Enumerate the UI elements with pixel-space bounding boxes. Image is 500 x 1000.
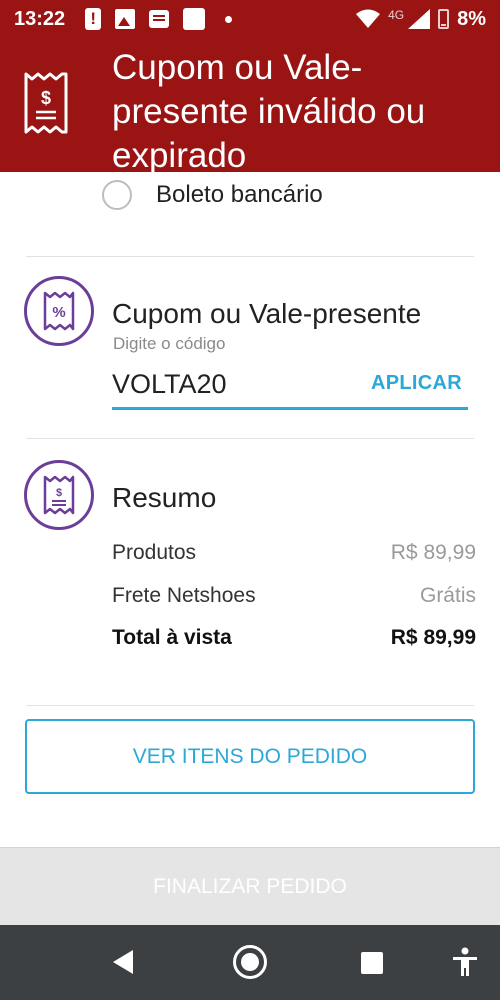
- divider: [26, 438, 474, 439]
- coupon-code-input[interactable]: [112, 369, 312, 400]
- receipt-icon: $: [24, 460, 94, 530]
- svg-text:$: $: [41, 88, 51, 108]
- coupon-input-hint: Digite o código: [113, 334, 226, 353]
- payment-option-label: Boleto bancário: [156, 181, 323, 208]
- finalize-order-button[interactable]: FINALIZAR PEDIDO: [0, 847, 500, 925]
- receipt-dollar-icon: $: [24, 72, 68, 134]
- svg-text:%: %: [52, 304, 65, 321]
- coupon-input-container[interactable]: APLICAR: [112, 362, 468, 410]
- summary-row-products: Produtos R$ 89,99: [112, 541, 476, 565]
- error-message: Cupom ou Vale-presente inválido ou expir…: [112, 48, 426, 175]
- alert-notification-icon: !: [85, 8, 102, 30]
- summary-label: Frete Netshoes: [112, 584, 256, 607]
- summary-value: R$ 89,99: [390, 541, 476, 564]
- status-time: 13:22: [14, 7, 66, 30]
- view-order-items-button[interactable]: VER ITENS DO PEDIDO: [25, 719, 475, 794]
- radio-button[interactable]: [102, 180, 132, 210]
- battery-level: 8%: [457, 7, 486, 30]
- network-type-label: 4G: [388, 8, 405, 22]
- image-notification-icon: [115, 9, 136, 29]
- message-notification-icon: [149, 10, 170, 28]
- recent-apps-icon[interactable]: [361, 952, 383, 974]
- divider: [26, 256, 474, 257]
- summary-row-total: Total à vista R$ 89,99: [112, 626, 476, 650]
- error-banner: $ Cupom ou Vale-presente inválido ou exp…: [0, 38, 500, 175]
- more-notifications-dot-icon: [225, 15, 233, 23]
- wifi-icon: [356, 9, 381, 28]
- payment-option-boleto[interactable]: Boleto bancário: [102, 180, 323, 210]
- accessibility-icon[interactable]: [451, 947, 479, 977]
- summary-label: Total à vista: [112, 626, 232, 649]
- divider: [26, 705, 474, 706]
- battery-icon: [438, 9, 450, 29]
- summary-label: Produtos: [112, 541, 197, 564]
- cell-signal-icon: [408, 9, 431, 29]
- back-icon[interactable]: [113, 950, 133, 974]
- status-bar: 13:22 ! 4G 8%: [0, 0, 500, 38]
- summary-row-shipping: Frete Netshoes Grátis: [112, 584, 476, 608]
- summary-value: R$ 89,99: [390, 626, 476, 649]
- coupon-percent-icon: %: [24, 276, 94, 346]
- summary-value: Grátis: [419, 584, 476, 607]
- coupon-section-title: Cupom ou Vale-presente: [112, 298, 422, 329]
- app-notification-icon: [183, 8, 206, 30]
- home-icon[interactable]: [233, 945, 267, 979]
- svg-text:$: $: [56, 487, 62, 499]
- system-navigation-bar: [0, 925, 500, 1000]
- summary-title: Resumo: [112, 482, 217, 513]
- apply-coupon-button[interactable]: APLICAR: [371, 372, 462, 395]
